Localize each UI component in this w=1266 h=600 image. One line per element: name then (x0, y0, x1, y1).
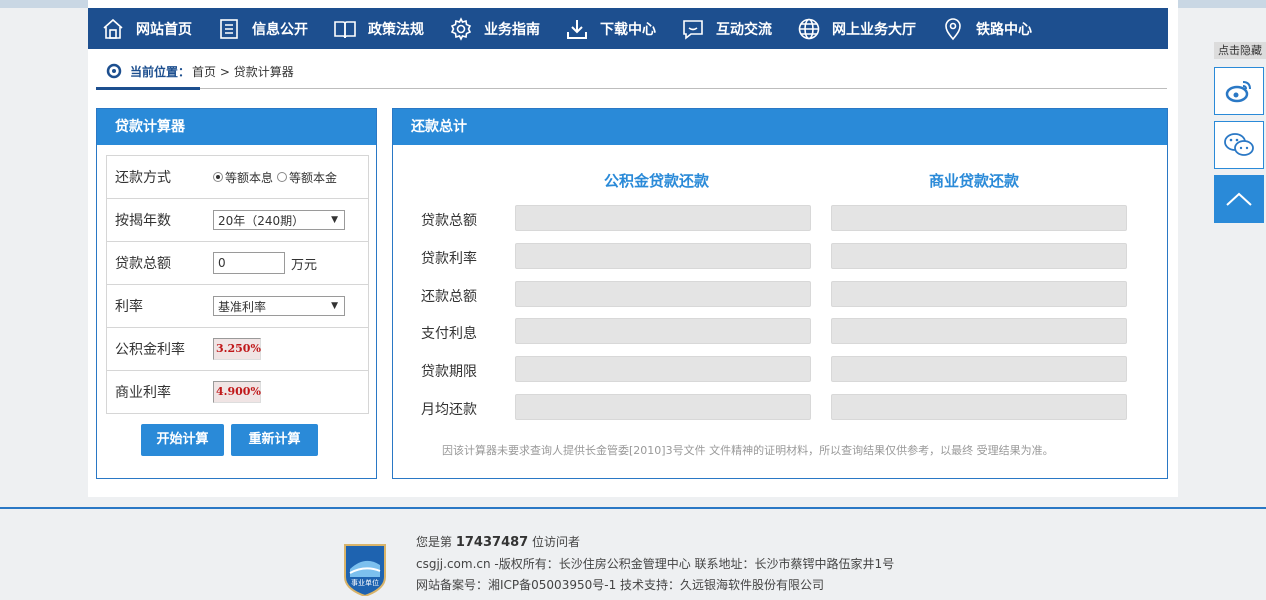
nav-item-label: 网上业务大厅 (832, 21, 916, 38)
years-row: 按揭年数 20年（240期） ▼ (107, 199, 368, 242)
weibo-icon (1224, 78, 1254, 104)
row-label-interest: 支付利息 (421, 326, 477, 342)
footer-copyright: csgjj.com.cn -版权所有：长沙住房公积金管理中心 联系地址：长沙市蔡… (416, 557, 895, 571)
dropdown-arrow-icon: ▼ (331, 215, 338, 225)
fund-column-header: 公积金贷款还款 (604, 172, 710, 190)
fund-rate-input[interactable]: 3.250% (213, 338, 261, 360)
breadcrumb-divider-accent (96, 87, 200, 90)
fund-loan-rate-field (515, 243, 811, 269)
wechat-button[interactable] (1214, 121, 1264, 169)
globe-icon (796, 16, 822, 42)
main-nav: 网站首页 信息公开 政策法规 业务指南 下载中心 互动交流 网上业务大厅 铁路中… (88, 8, 1168, 49)
dropdown-arrow-icon: ▼ (331, 301, 338, 311)
public-institution-badge[interactable]: 事业单位 (341, 543, 389, 598)
biz-interest-field (831, 318, 1127, 344)
repay-method-row: 还款方式 等额本息 等额本金 (107, 156, 368, 199)
fund-monthly-field (515, 394, 811, 420)
nav-item-guide[interactable]: 业务指南 (436, 8, 552, 49)
nav-item-label: 网站首页 (136, 21, 192, 38)
years-select[interactable]: 20年（240期） ▼ (213, 210, 345, 230)
chevron-up-icon (1224, 189, 1254, 209)
rate-type-select-value: 基准利率 (218, 299, 267, 314)
biz-rate-input[interactable]: 4.900% (213, 381, 261, 403)
nav-item-online-hall[interactable]: 网上业务大厅 (784, 8, 928, 49)
back-to-top-button[interactable] (1214, 175, 1264, 223)
nav-item-home[interactable]: 网站首页 (88, 8, 204, 49)
fund-loan-total-field (515, 205, 811, 231)
nav-item-policy[interactable]: 政策法规 (320, 8, 436, 49)
row-label-monthly: 月均还款 (421, 402, 477, 418)
nav-item-label: 政策法规 (368, 21, 424, 38)
repay-option1-label: 等额本息 (225, 170, 274, 185)
biz-loan-total-field (831, 205, 1127, 231)
breadcrumb-path[interactable]: 首页 > 贷款计算器 (192, 63, 294, 80)
nav-item-label: 信息公开 (252, 21, 308, 38)
biz-repay-total-field (831, 281, 1127, 307)
row-label-loan-total: 贷款总额 (421, 213, 477, 229)
fund-repay-total-field (515, 281, 811, 307)
nav-item-download[interactable]: 下载中心 (552, 8, 668, 49)
footer-icp: 网站备案号：湘ICP备05003950号-1 技术支持：久远银海软件股份有限公司 (416, 578, 825, 592)
document-icon (216, 16, 242, 42)
biz-rate-row: 商业利率 4.900% (107, 371, 368, 414)
start-calc-button[interactable]: 开始计算 (141, 424, 224, 456)
biz-term-field (831, 356, 1127, 382)
breadcrumb-label: 当前位置： (130, 64, 191, 79)
breadcrumb: 当前位置： 首页 > 贷款计算器 (106, 60, 294, 82)
badge-text: 事业单位 (351, 578, 379, 587)
location-marker-icon (106, 63, 122, 79)
chat-icon (680, 16, 706, 42)
amount-label: 贷款总额 (115, 256, 171, 272)
nav-item-label: 业务指南 (484, 21, 540, 38)
rate-type-select[interactable]: 基准利率 ▼ (213, 296, 345, 316)
summary-title: 还款总计 (393, 109, 1167, 145)
row-label-repay-total: 还款总额 (421, 289, 477, 305)
biz-rate-label: 商业利率 (115, 385, 171, 401)
location-icon (940, 16, 966, 42)
rate-type-label: 利率 (115, 299, 143, 315)
row-label-loan-rate: 贷款利率 (421, 251, 477, 267)
home-icon (100, 16, 126, 42)
visitor-count: 17437487 (455, 535, 529, 550)
weibo-button[interactable] (1214, 67, 1264, 115)
nav-item-info[interactable]: 信息公开 (204, 8, 320, 49)
row-label-term: 贷款期限 (421, 364, 477, 380)
repay-option2-label: 等额本金 (289, 170, 338, 185)
visitor-prefix: 您是第 (416, 535, 453, 549)
wechat-icon (1223, 132, 1255, 158)
nav-item-railway[interactable]: 铁路中心 (928, 8, 1044, 49)
visitor-suffix: 位访问者 (532, 535, 581, 549)
fund-rate-row: 公积金利率 3.250% (107, 328, 368, 371)
biz-column-header: 商业贷款还款 (929, 172, 1020, 190)
disclaimer-note: 因该计算器未要求查询人提供长金管委[2010]3号文件 文件精神的证明材料，所以… (442, 444, 1054, 457)
repay-equal-installment-radio[interactable] (213, 172, 223, 182)
breadcrumb-divider (96, 88, 1167, 89)
nav-item-label: 互动交流 (716, 21, 772, 38)
reset-calc-button[interactable]: 重新计算 (231, 424, 318, 456)
visitor-counter: 您是第 17437487 位访问者 (416, 533, 580, 550)
nav-item-interact[interactable]: 互动交流 (668, 8, 784, 49)
fund-rate-label: 公积金利率 (115, 342, 185, 358)
nav-item-label: 铁路中心 (976, 21, 1032, 38)
calculator-title: 贷款计算器 (97, 109, 376, 145)
biz-loan-rate-field (831, 243, 1127, 269)
calculator-form: 还款方式 等额本息 等额本金 按揭年数 20年（240期） ▼ 贷款总额 0 万… (106, 155, 369, 414)
book-icon (332, 16, 358, 42)
repay-equal-principal-radio[interactable] (277, 172, 288, 182)
nav-item-label: 下载中心 (600, 21, 656, 38)
fund-term-field (515, 356, 811, 382)
fund-interest-field (515, 318, 811, 344)
rate-type-row: 利率 基准利率 ▼ (107, 285, 368, 328)
sidebar-hide-button[interactable]: 点击隐藏 (1214, 42, 1266, 59)
years-label: 按揭年数 (115, 213, 171, 229)
years-select-value: 20年（240期） (218, 213, 305, 228)
biz-monthly-field (831, 394, 1127, 420)
download-icon (564, 16, 590, 42)
gear-icon (448, 16, 474, 42)
amount-input[interactable]: 0 (213, 252, 285, 274)
amount-row: 贷款总额 0 万元 (107, 242, 368, 285)
amount-unit: 万元 (291, 257, 318, 273)
repay-method-label: 还款方式 (115, 170, 171, 186)
